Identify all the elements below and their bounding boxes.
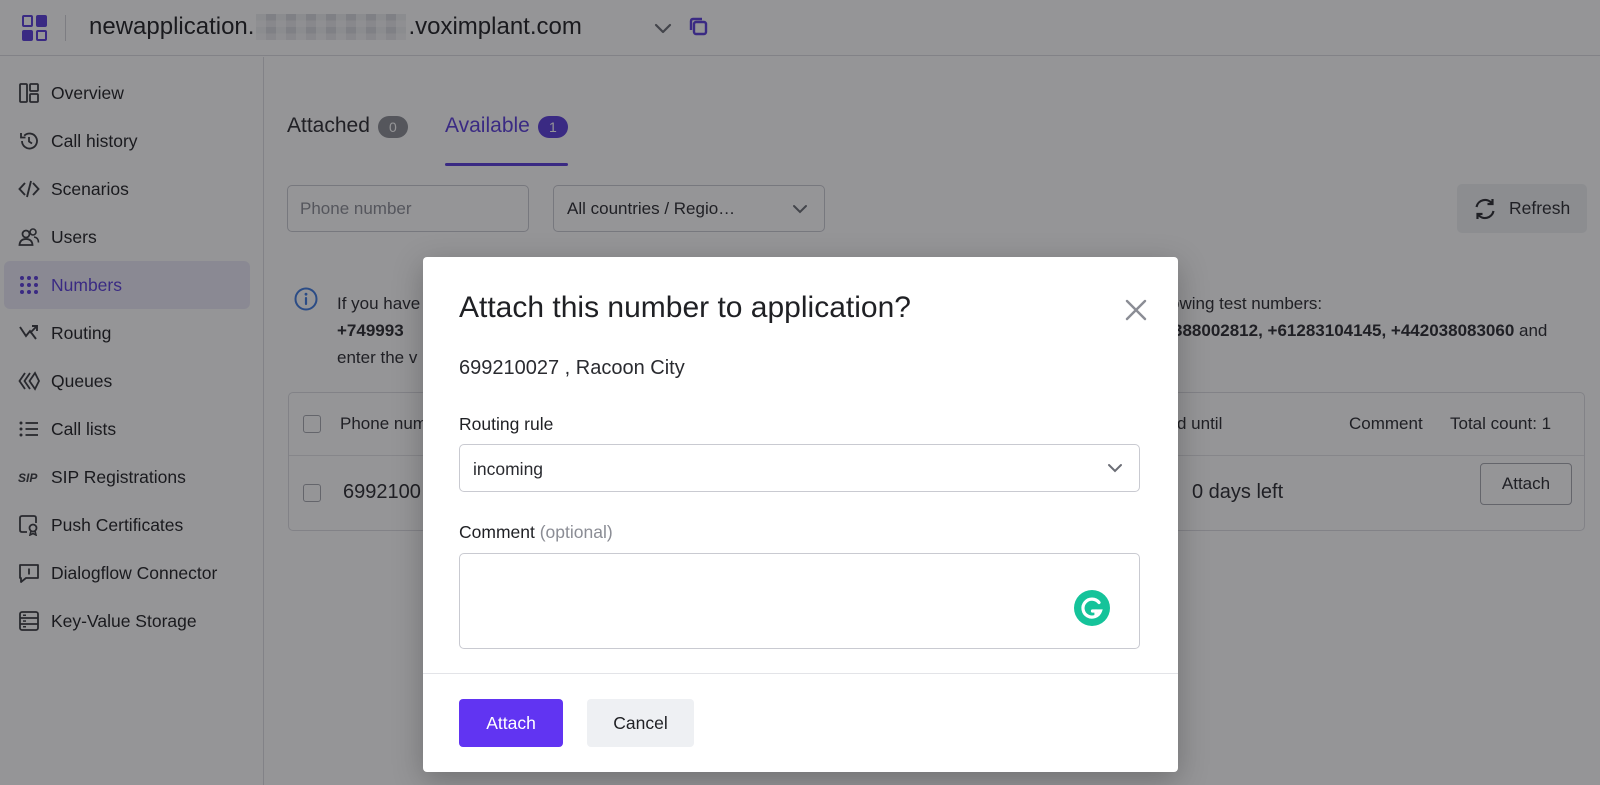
comment-optional-hint: (optional) [539, 522, 613, 542]
grammarly-icon[interactable] [1074, 590, 1110, 626]
routing-rule-label: Routing rule [459, 414, 554, 434]
dialog-title: Attach this number to application? [459, 291, 911, 324]
dialog-divider [423, 673, 1178, 674]
close-icon[interactable] [1123, 297, 1149, 323]
chevron-down-icon [1108, 464, 1122, 473]
comment-textarea[interactable] [459, 553, 1140, 649]
cancel-button[interactable]: Cancel [587, 699, 694, 747]
dialog-number-info: 699210027 , Racoon City [459, 357, 685, 379]
attach-number-dialog: Attach this number to application? 69921… [423, 257, 1178, 772]
comment-label: Comment (optional) [459, 522, 613, 543]
routing-rule-select[interactable]: incoming [459, 444, 1140, 492]
comment-label-text: Comment [459, 522, 535, 542]
attach-button[interactable]: Attach [459, 699, 563, 747]
routing-rule-value: incoming [473, 459, 544, 479]
